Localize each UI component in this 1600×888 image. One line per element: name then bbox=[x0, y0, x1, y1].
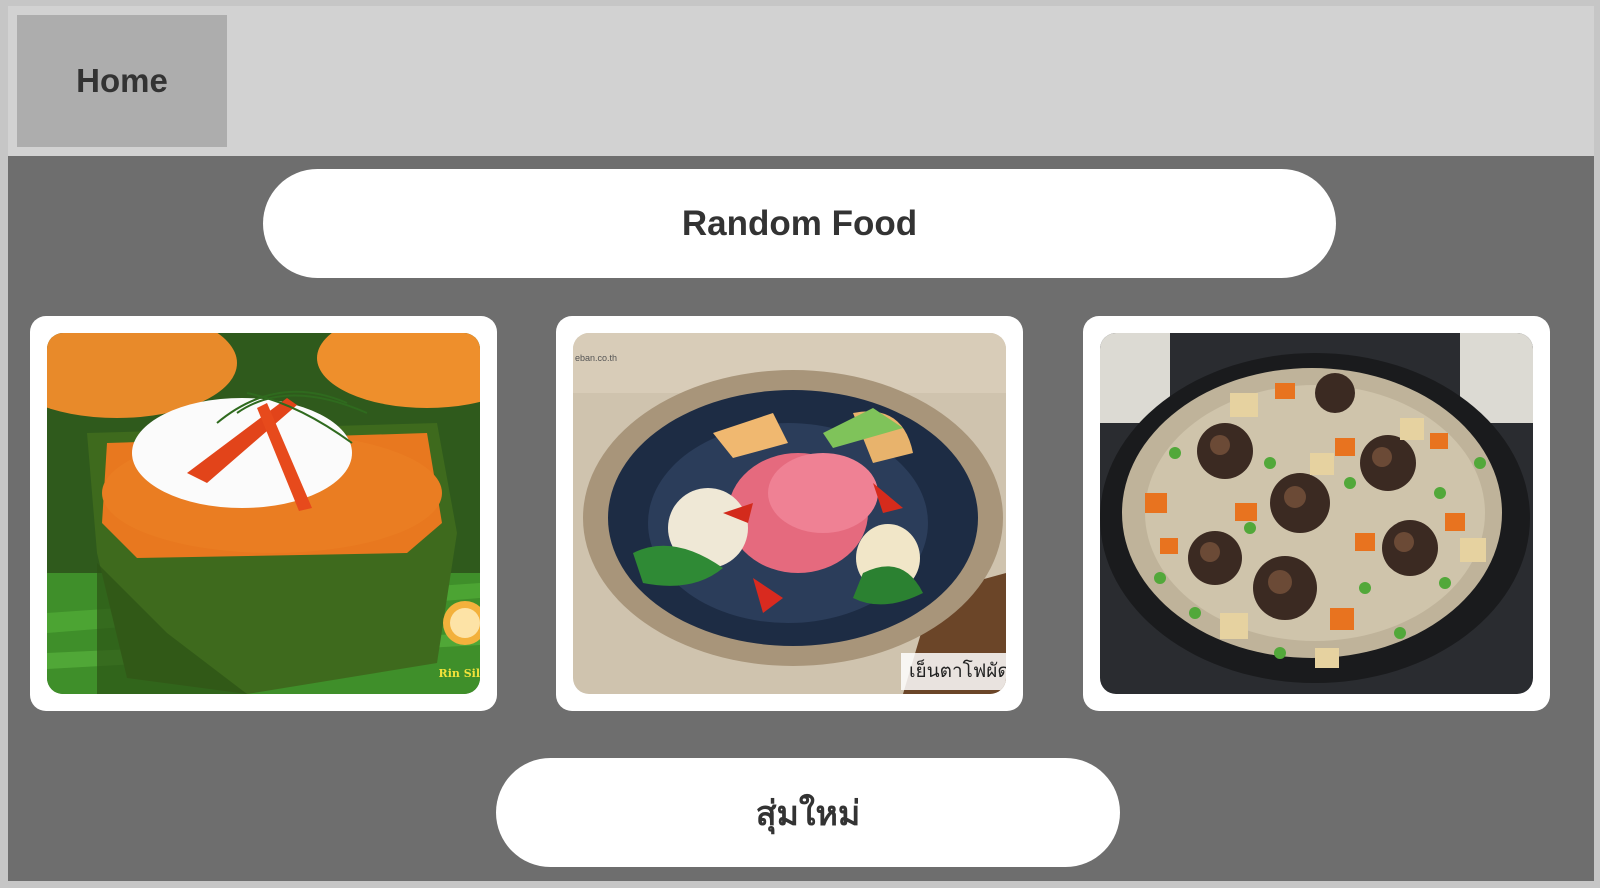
image-source-text: eban.co.th bbox=[575, 353, 618, 363]
food-card-2[interactable]: eban.co.th เย็นตาโฟผัด bbox=[556, 316, 1023, 711]
main-panel: Random Food Rin Sil eban.co.th เย็นตาโฟผ… bbox=[8, 156, 1594, 881]
top-bar: Home bbox=[8, 6, 1594, 156]
food-card-3[interactable] bbox=[1083, 316, 1550, 711]
image-caption: เย็นตาโฟผัด bbox=[901, 653, 1006, 690]
app-frame: Home Random Food Rin Sil eban.co.th เย็น… bbox=[8, 6, 1594, 881]
home-button[interactable]: Home bbox=[17, 15, 227, 147]
reshuffle-button[interactable]: สุ่มใหม่ bbox=[496, 758, 1120, 867]
food-image-3 bbox=[1100, 333, 1533, 694]
food-image-1: Rin Sil bbox=[47, 333, 480, 694]
food-image-2: eban.co.th เย็นตาโฟผัด bbox=[573, 333, 1006, 694]
image-watermark: Rin Sil bbox=[438, 667, 480, 680]
food-card-1[interactable]: Rin Sil bbox=[30, 316, 497, 711]
page-title: Random Food bbox=[263, 169, 1336, 278]
